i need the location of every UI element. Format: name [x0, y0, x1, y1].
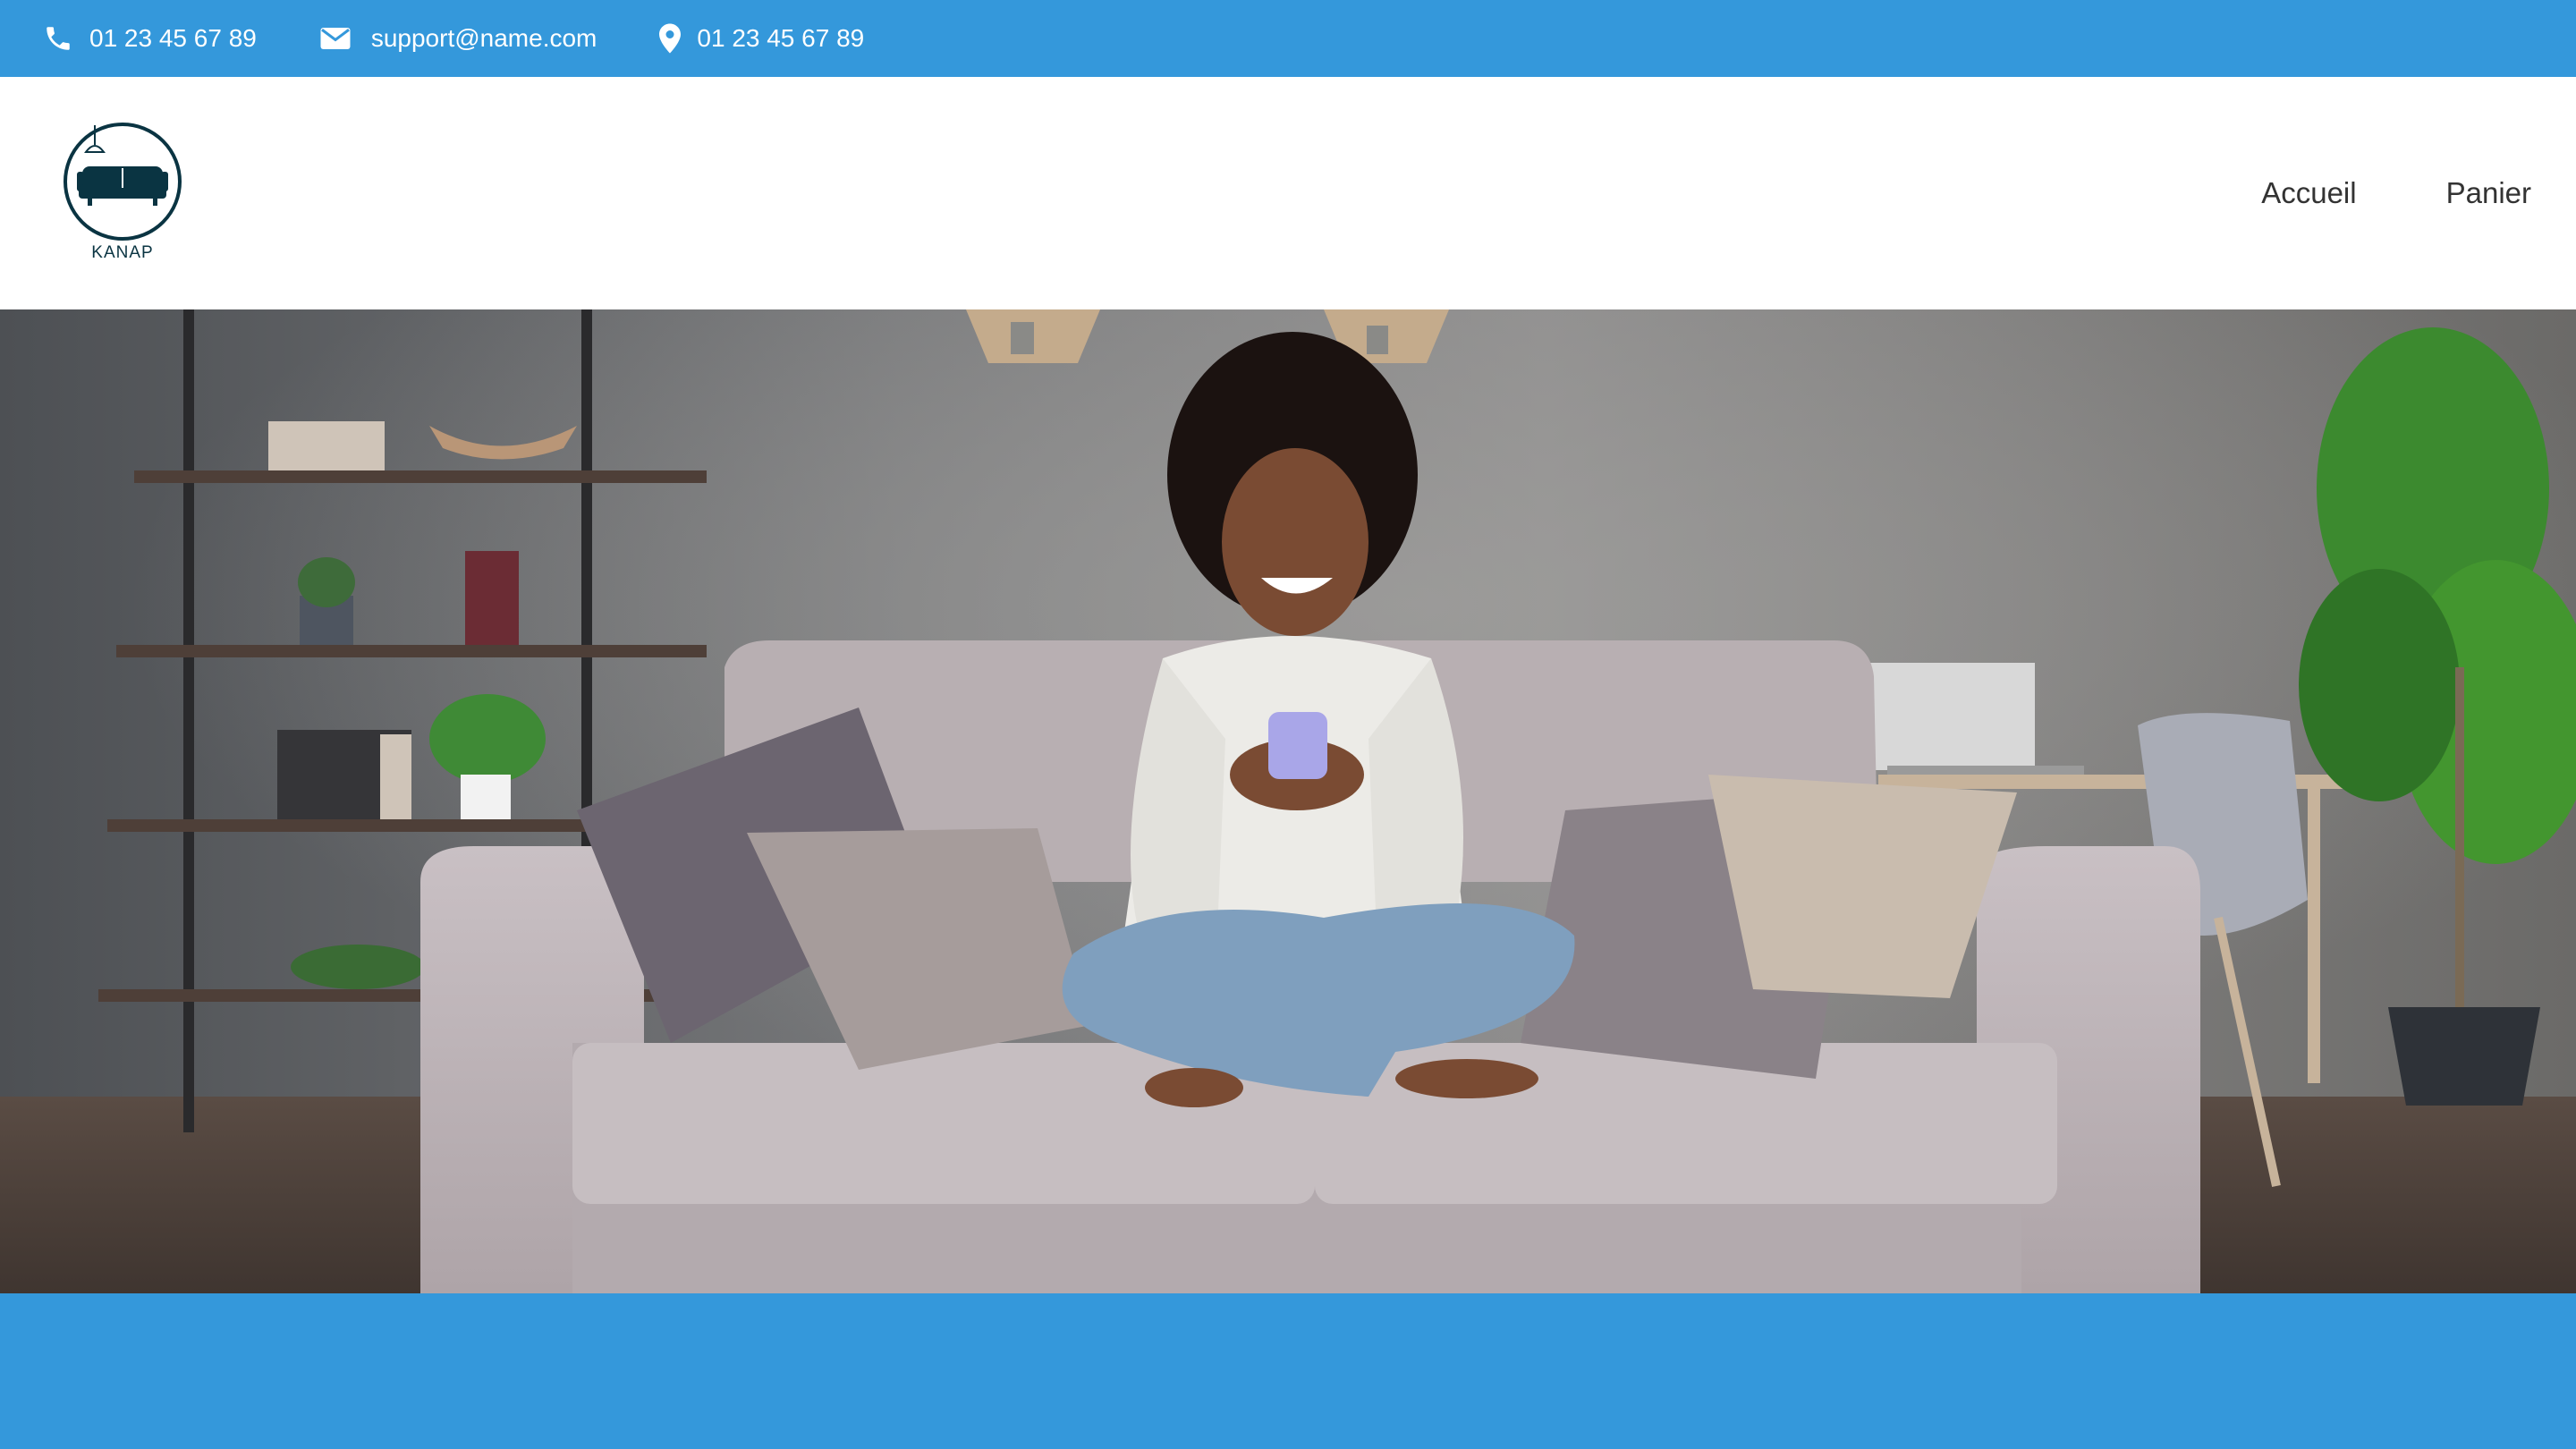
- hero-banner: [0, 309, 2576, 1293]
- site-header: KANAP Accueil Panier: [0, 77, 2576, 309]
- nav-link-accueil[interactable]: Accueil: [2261, 176, 2356, 210]
- sofa-logo-icon: [64, 123, 182, 241]
- mail-icon: [320, 28, 351, 49]
- contact-location: 01 23 45 67 89: [659, 23, 864, 54]
- location-pin-icon: [659, 23, 682, 54]
- site-logo[interactable]: KANAP: [59, 118, 186, 274]
- contact-email: support@name.com: [319, 24, 597, 53]
- contact-bar: 01 23 45 67 89 support@name.com 01 23 45…: [0, 0, 2576, 77]
- footer-band: [0, 1293, 2576, 1449]
- main-nav: Accueil Panier: [2172, 77, 2531, 309]
- phone-icon: [47, 27, 70, 50]
- logo-text: KANAP: [91, 243, 154, 262]
- contact-email-text: support@name.com: [370, 24, 597, 52]
- contact-location-text: 01 23 45 67 89: [697, 24, 865, 52]
- contact-phone: 01 23 45 67 89: [43, 23, 257, 54]
- contact-phone-text: 01 23 45 67 89: [89, 24, 257, 52]
- hero-image: [0, 309, 2576, 1293]
- nav-link-panier[interactable]: Panier: [2446, 176, 2531, 210]
